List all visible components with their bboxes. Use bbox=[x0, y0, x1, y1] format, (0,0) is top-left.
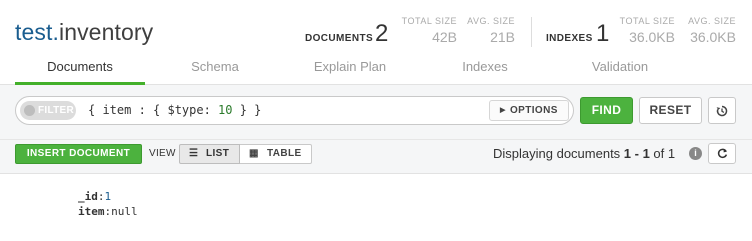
documents-toolbar: INSERT DOCUMENT VIEW ☰ LIST ▦ TABLE Disp… bbox=[0, 140, 752, 174]
displaying-total: 1 bbox=[667, 146, 676, 161]
total-size-value: 42B bbox=[432, 29, 457, 45]
tab-schema[interactable]: Schema bbox=[150, 54, 280, 85]
displaying-of: of bbox=[649, 146, 668, 161]
insert-document-button[interactable]: INSERT DOCUMENT bbox=[15, 144, 142, 164]
database-name: test bbox=[15, 19, 53, 45]
table-label: TABLE bbox=[267, 148, 302, 159]
collection-tabs: Documents Schema Explain Plan Indexes Va… bbox=[0, 54, 752, 85]
pagination-status: Displaying documents 1 - 1 of 1 bbox=[493, 146, 675, 161]
filter-badge: FILTER bbox=[20, 101, 76, 120]
avg-size-label: AVG. SIZE bbox=[467, 16, 515, 26]
field-value: null bbox=[111, 205, 138, 218]
tab-indexes[interactable]: Indexes bbox=[420, 54, 550, 85]
stats-divider bbox=[531, 17, 532, 47]
index-total-size-label: TOTAL SIZE bbox=[619, 16, 675, 26]
indexes-count: 1 bbox=[596, 20, 610, 47]
find-button[interactable]: FIND bbox=[580, 97, 633, 124]
history-button[interactable] bbox=[708, 97, 736, 124]
list-label: LIST bbox=[206, 148, 230, 159]
info-icon[interactable]: i bbox=[689, 147, 702, 160]
collection-name: inventory bbox=[58, 19, 154, 45]
history-icon bbox=[716, 105, 728, 117]
view-list-button[interactable]: ☰ LIST bbox=[179, 144, 240, 164]
filter-query-text[interactable]: { item : { $type: 10 } } bbox=[88, 103, 261, 117]
query-number: 10 bbox=[218, 103, 233, 117]
tab-validation[interactable]: Validation bbox=[555, 54, 685, 85]
field-value: 1 bbox=[104, 190, 112, 203]
index-total-size-value: 36.0KB bbox=[629, 29, 675, 45]
query-bar: FILTER { item : { $type: 10 } } ▶ OPTION… bbox=[0, 85, 752, 140]
list-icon: ☰ bbox=[189, 148, 198, 159]
total-size-label: TOTAL SIZE bbox=[401, 16, 457, 26]
options-label: OPTIONS bbox=[510, 105, 558, 116]
tab-documents[interactable]: Documents bbox=[15, 54, 145, 85]
displaying-range: 1 - 1 bbox=[623, 146, 650, 161]
view-table-button[interactable]: ▦ TABLE bbox=[240, 144, 312, 164]
collection-header: test.inventory DOCUMENTS 2 TOTAL SIZE 42… bbox=[0, 0, 752, 54]
displaying-prefix: Displaying documents bbox=[493, 146, 624, 161]
refresh-icon bbox=[717, 148, 727, 159]
tab-explain-plan[interactable]: Explain Plan bbox=[285, 54, 415, 85]
reset-button[interactable]: RESET bbox=[639, 97, 702, 124]
filter-label: FILTER bbox=[38, 105, 75, 116]
field-colon: : bbox=[97, 190, 105, 203]
documents-count: 2 bbox=[375, 20, 389, 47]
query-suffix: } } bbox=[232, 103, 262, 117]
namespace-title: test.inventory bbox=[15, 19, 153, 46]
index-avg-size-value: 36.0KB bbox=[690, 29, 736, 45]
filter-input[interactable]: FILTER { item : { $type: 10 } } ▶ OPTION… bbox=[15, 96, 574, 125]
avg-size-value: 21B bbox=[490, 29, 515, 45]
table-icon: ▦ bbox=[249, 148, 259, 159]
documents-label: DOCUMENTS bbox=[305, 33, 374, 44]
indexes-label: INDEXES bbox=[546, 33, 593, 44]
document-list: _id:1 item:null bbox=[0, 174, 752, 241]
field-key: _id bbox=[78, 190, 98, 203]
filter-toggle-icon bbox=[24, 105, 35, 116]
view-label: VIEW bbox=[149, 148, 176, 159]
query-prefix: { item : { $type: bbox=[88, 103, 219, 117]
document-field: _id:1 bbox=[78, 190, 111, 203]
options-button[interactable]: ▶ OPTIONS bbox=[489, 100, 569, 121]
refresh-button[interactable] bbox=[708, 143, 736, 164]
index-avg-size-label: AVG. SIZE bbox=[688, 16, 736, 26]
caret-right-icon: ▶ bbox=[500, 107, 506, 114]
field-key: item bbox=[78, 205, 105, 218]
document-field: item:null bbox=[78, 205, 138, 218]
